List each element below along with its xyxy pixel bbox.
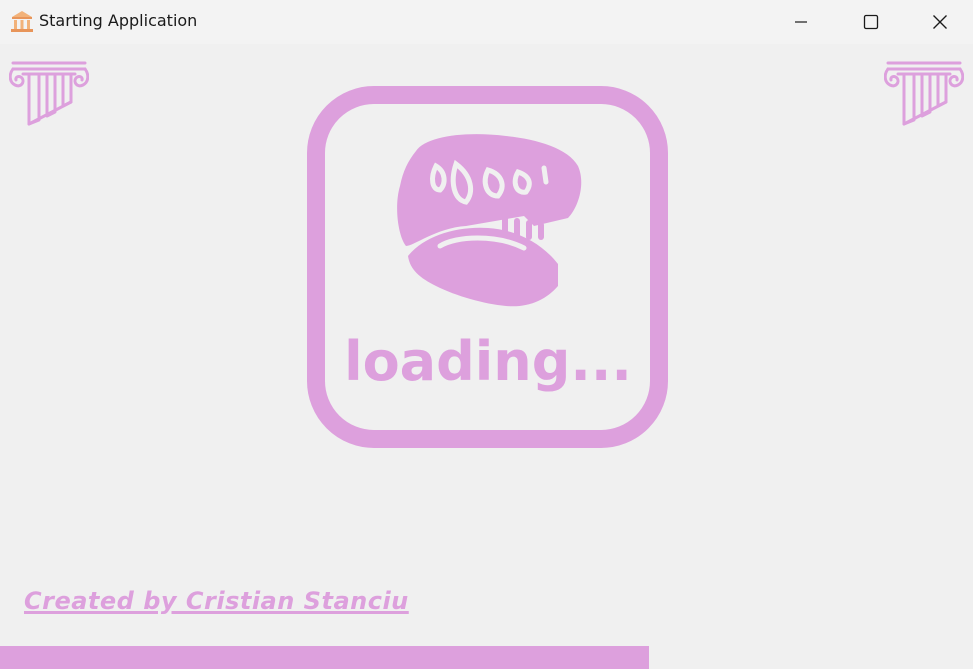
minimize-icon bbox=[795, 21, 807, 23]
maximize-button[interactable] bbox=[836, 0, 906, 44]
progress-bar-fill bbox=[0, 646, 649, 669]
ionic-column-icon bbox=[8, 60, 90, 130]
minimize-button[interactable] bbox=[766, 0, 836, 44]
window-title: Starting Application bbox=[39, 11, 198, 30]
ionic-column-icon bbox=[883, 60, 965, 130]
close-button[interactable] bbox=[906, 0, 973, 44]
maximize-icon bbox=[863, 14, 879, 30]
progress-bar bbox=[0, 646, 973, 669]
close-icon bbox=[932, 15, 947, 29]
credit-link[interactable]: Created by Cristian Stanciu bbox=[24, 587, 409, 615]
loading-logo: loading... bbox=[306, 86, 670, 450]
loading-text: loading... bbox=[344, 330, 632, 393]
museum-building-icon bbox=[10, 9, 34, 33]
dinosaur-skull-icon bbox=[397, 134, 582, 307]
title-bar[interactable]: Starting Application bbox=[0, 0, 973, 44]
